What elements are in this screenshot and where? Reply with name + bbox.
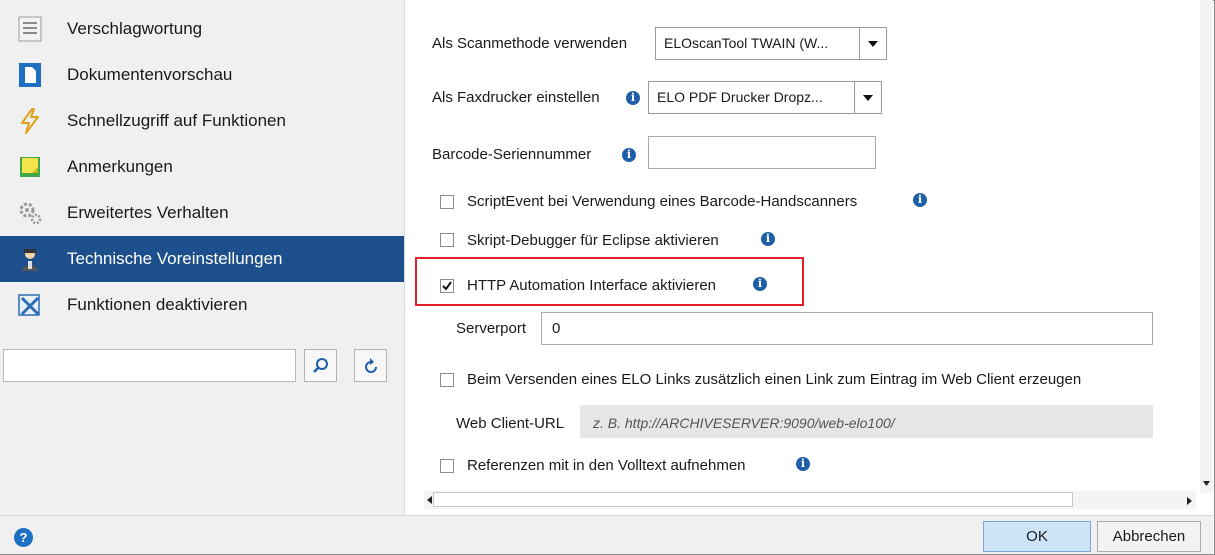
search-icon bbox=[312, 357, 328, 373]
elo-link-checkbox[interactable] bbox=[440, 373, 454, 387]
scroll-right-arrow-icon[interactable] bbox=[1184, 495, 1194, 507]
sidebar-item-label: Funktionen deaktivieren bbox=[67, 295, 248, 314]
sidebar-item-funktionen-deaktivieren[interactable]: Funktionen deaktivieren bbox=[0, 282, 404, 328]
info-icon[interactable]: i bbox=[913, 193, 927, 207]
webclient-url-input: z. B. http://ARCHIVESERVER:9090/web-elo1… bbox=[580, 405, 1153, 438]
document-preview-icon bbox=[17, 62, 43, 88]
sidebar-item-label: Dokumentenvorschau bbox=[67, 65, 233, 84]
debugger-checkbox[interactable] bbox=[440, 233, 454, 247]
serverport-input[interactable]: 0 bbox=[541, 312, 1153, 345]
sidebar-item-anmerkungen[interactable]: Anmerkungen bbox=[0, 144, 404, 190]
disable-functions-icon bbox=[17, 292, 43, 318]
technician-icon bbox=[17, 246, 43, 272]
references-checkbox[interactable] bbox=[440, 459, 454, 473]
sidebar-item-technische-voreinstellungen[interactable]: Technische Voreinstellungen bbox=[0, 236, 404, 282]
scan-method-value: ELOscanTool TWAIN (W... bbox=[664, 35, 829, 51]
vertical-scrollbar[interactable] bbox=[1200, 0, 1213, 493]
serverport-label: Serverport bbox=[456, 320, 527, 337]
sidebar-item-label: Schnellzugriff auf Funktionen bbox=[67, 111, 286, 130]
elo-link-label: Beim Versenden eines ELO Links zusätzlic… bbox=[467, 371, 1082, 388]
info-icon[interactable]: i bbox=[796, 457, 810, 471]
fax-printer-select[interactable]: ELO PDF Drucker Dropz... bbox=[648, 81, 882, 114]
serverport-value: 0 bbox=[552, 320, 561, 337]
checkmark-icon bbox=[442, 281, 452, 291]
sidebar-search-input[interactable] bbox=[3, 349, 296, 382]
sidebar: Verschlagwortung Dokumentenvorschau Schn… bbox=[0, 0, 405, 515]
fax-printer-label: Als Faxdrucker einstellen bbox=[432, 89, 600, 106]
scroll-down-arrow-icon[interactable] bbox=[1200, 478, 1213, 488]
scriptevent-label: ScriptEvent bei Verwendung eines Barcode… bbox=[467, 193, 858, 210]
chevron-down-icon[interactable] bbox=[854, 82, 881, 113]
lightning-icon bbox=[17, 108, 43, 134]
sidebar-item-label: Verschlagwortung bbox=[67, 19, 203, 38]
help-icon[interactable]: ? bbox=[14, 528, 33, 547]
sidebar-item-label: Technische Voreinstellungen bbox=[67, 249, 283, 268]
scriptevent-checkbox[interactable] bbox=[440, 195, 454, 209]
gears-icon bbox=[17, 200, 43, 226]
scan-method-label: Als Scanmethode verwenden bbox=[432, 35, 628, 52]
sidebar-item-label: Anmerkungen bbox=[67, 157, 173, 176]
webclient-label: Web Client-URL bbox=[456, 415, 565, 432]
cancel-button[interactable]: Abbrechen bbox=[1097, 521, 1201, 552]
fax-printer-value: ELO PDF Drucker Dropz... bbox=[657, 89, 823, 105]
chevron-down-icon[interactable] bbox=[859, 28, 886, 59]
horizontal-scroll-thumb[interactable] bbox=[433, 492, 1073, 507]
sidebar-item-dokumentenvorschau[interactable]: Dokumentenvorschau bbox=[0, 52, 404, 98]
info-icon[interactable]: i bbox=[622, 148, 636, 162]
http-automation-checkbox[interactable] bbox=[440, 279, 454, 293]
webclient-placeholder: z. B. http://ARCHIVESERVER:9090/web-elo1… bbox=[593, 415, 895, 431]
sidebar-item-schnellzugriff[interactable]: Schnellzugriff auf Funktionen bbox=[0, 98, 404, 144]
sticky-note-icon bbox=[17, 154, 43, 180]
sidebar-item-verschlagwortung[interactable]: Verschlagwortung bbox=[0, 6, 404, 52]
barcode-serial-input[interactable] bbox=[648, 136, 876, 169]
references-label: Referenzen mit in den Volltext aufnehmen bbox=[467, 457, 746, 474]
debugger-label: Skript-Debugger für Eclipse aktivieren bbox=[467, 232, 719, 249]
info-icon[interactable]: i bbox=[753, 277, 767, 291]
keywording-icon bbox=[17, 16, 43, 42]
refresh-icon bbox=[364, 357, 377, 373]
ok-button[interactable]: OK bbox=[983, 521, 1091, 552]
barcode-serial-label: Barcode-Seriennummer bbox=[432, 146, 592, 163]
http-automation-label: HTTP Automation Interface aktivieren bbox=[467, 277, 717, 294]
info-icon[interactable]: i bbox=[626, 91, 640, 105]
info-icon[interactable]: i bbox=[761, 232, 775, 246]
sidebar-item-erweitertes-verhalten[interactable]: Erweitertes Verhalten bbox=[0, 190, 404, 236]
reset-button[interactable] bbox=[354, 349, 387, 382]
scan-method-select[interactable]: ELOscanTool TWAIN (W... bbox=[655, 27, 887, 60]
sidebar-item-label: Erweitertes Verhalten bbox=[67, 203, 229, 222]
search-button[interactable] bbox=[304, 349, 337, 382]
